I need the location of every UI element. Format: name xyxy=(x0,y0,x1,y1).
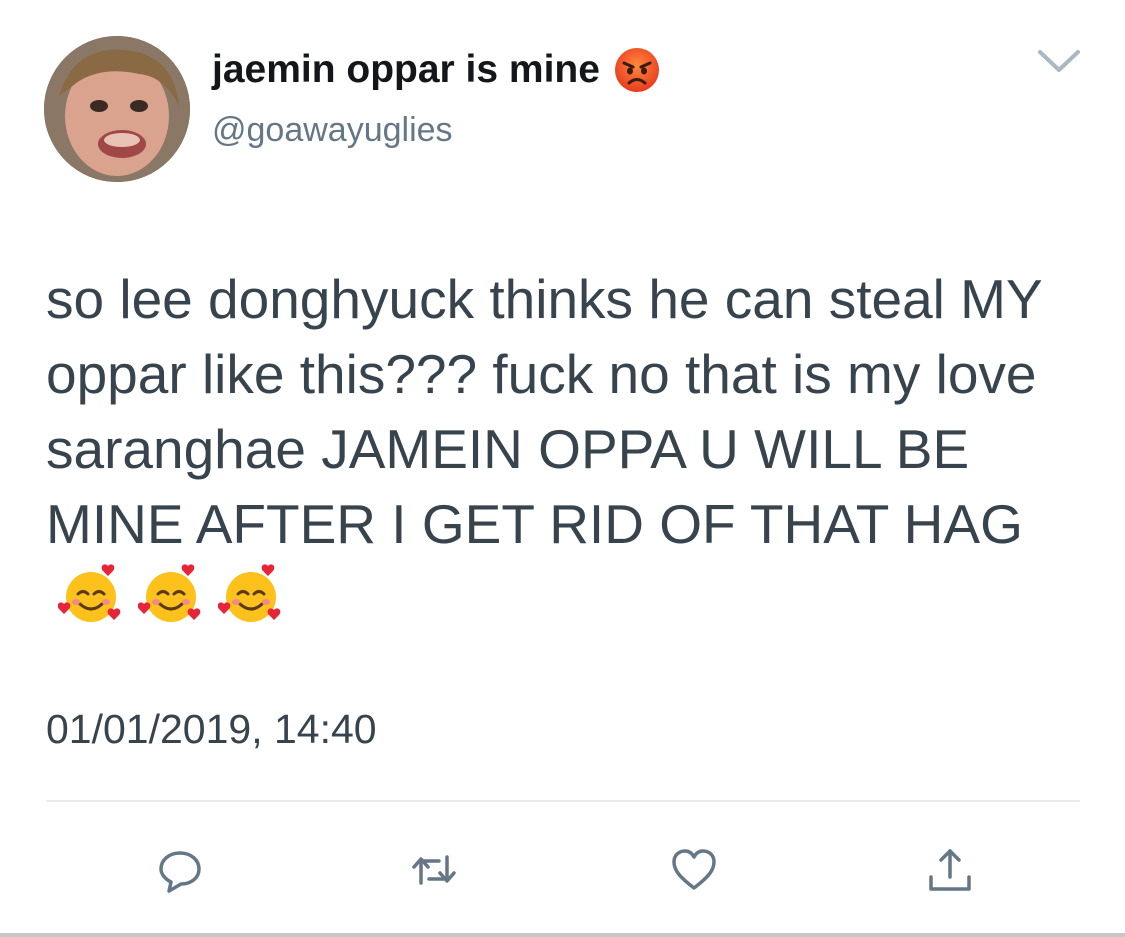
share-button[interactable] xyxy=(920,840,980,900)
reply-button[interactable] xyxy=(150,840,210,900)
share-icon xyxy=(929,849,971,891)
smiling-face-with-hearts-icon xyxy=(138,564,201,622)
display-name-text: jaemin oppar is mine xyxy=(212,48,600,91)
reply-bubble-icon xyxy=(159,851,201,893)
retweet-button[interactable] xyxy=(404,840,464,900)
chevron-down-icon[interactable] xyxy=(1034,46,1084,76)
tweet-text: so lee donghyuck thinks he can steal MY … xyxy=(46,268,1042,555)
avatar[interactable] xyxy=(44,36,190,182)
smiling-face-with-hearts-icon xyxy=(58,564,121,622)
retweet-icon xyxy=(412,855,456,885)
tweet-body: so lee donghyuck thinks he can steal MY … xyxy=(46,262,1096,639)
tweet-card: jaemin oppar is mine @goawayuglies so le… xyxy=(0,0,1125,937)
like-button[interactable] xyxy=(664,840,724,900)
heart-icon xyxy=(672,849,716,890)
divider xyxy=(46,800,1080,802)
display-name[interactable]: jaemin oppar is mine xyxy=(212,44,660,96)
tweet-timestamp[interactable]: 01/01/2019, 14:40 xyxy=(46,702,377,756)
bottom-border xyxy=(0,933,1125,937)
user-handle[interactable]: @goawayuglies xyxy=(212,108,453,152)
smiling-face-with-hearts-icon xyxy=(218,564,281,622)
tweet-emojis xyxy=(58,562,298,628)
avatar-image xyxy=(44,36,190,182)
pouting-face-icon xyxy=(614,47,660,93)
